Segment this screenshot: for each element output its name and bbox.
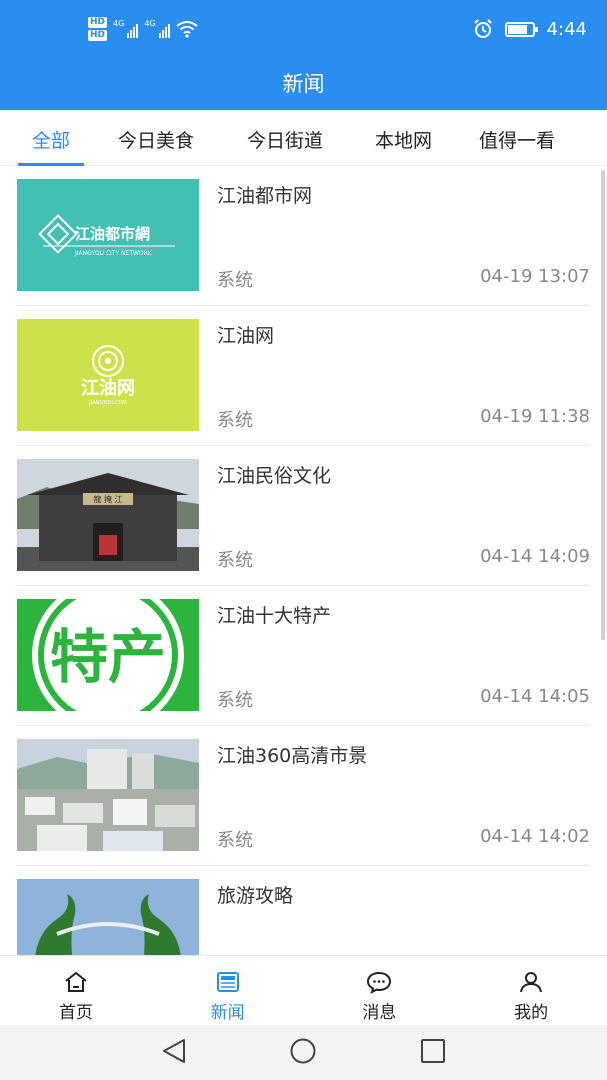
- news-item[interactable]: 旅游攻略: [16, 866, 590, 955]
- status-bar: HD HD 4G 4G 4:44: [0, 0, 607, 56]
- news-title: 江油360高清市景: [217, 745, 368, 767]
- news-source: 系统: [217, 270, 253, 291]
- wifi-icon: [175, 21, 198, 38]
- news-thumbnail: [17, 739, 199, 851]
- news-time: 04-19 13:07: [480, 266, 590, 287]
- news-time: 04-19 11:38: [480, 406, 590, 427]
- news-title: 旅游攻略: [217, 885, 294, 907]
- news-source: 系统: [217, 550, 253, 571]
- signal-icon-1: 4G: [113, 20, 139, 38]
- news-title: 江油都市网: [217, 185, 313, 207]
- alarm-icon: [473, 19, 492, 38]
- news-thumbnail: [17, 879, 199, 955]
- thumb-logo-text: 江油网: [81, 377, 135, 399]
- news-item[interactable]: 江油网 JIANGYOU.COM 江油网 系统 04-19 11:38: [16, 306, 590, 446]
- nav-home[interactable]: 首页: [0, 956, 152, 1025]
- nav-profile-label: 我的: [514, 1003, 549, 1023]
- tab-today-food[interactable]: 今日美食: [118, 110, 194, 166]
- news-thumbnail: 江油网 JIANGYOU.COM: [17, 319, 199, 431]
- clock: 4:44: [546, 18, 587, 40]
- status-left: HD HD 4G 4G: [88, 12, 198, 46]
- person-icon: [520, 972, 543, 993]
- signal-icon-2: 4G: [144, 20, 170, 38]
- news-thumbnail: 特产: [17, 599, 199, 711]
- message-icon: [367, 971, 392, 994]
- news-item[interactable]: 龍 掩 江 江油民俗文化 系统 04-14 14:09: [16, 446, 590, 586]
- tab-all[interactable]: 全部: [17, 110, 85, 166]
- news-source: 系统: [217, 410, 253, 431]
- news-item[interactable]: 江油360高清市景 系统 04-14 14:02: [16, 726, 590, 866]
- nav-news[interactable]: 新闻: [152, 956, 304, 1025]
- battery-icon: [504, 21, 538, 37]
- nav-news-label: 新闻: [210, 1003, 245, 1023]
- thumb-logo-text: 江油都市網: [75, 225, 150, 243]
- nav-messages[interactable]: 消息: [304, 956, 456, 1025]
- news-title: 江油民俗文化: [217, 465, 332, 487]
- thumb-logo-subtext: JIANGYOU.COM: [88, 400, 126, 406]
- news-time: 04-14 14:02: [480, 826, 590, 847]
- tab-local-net[interactable]: 本地网: [375, 110, 432, 166]
- status-right: 4:44: [473, 16, 587, 42]
- thumb-logo-text: 特产: [50, 623, 166, 691]
- system-nav-bar: [0, 1025, 607, 1080]
- news-thumbnail: 龍 掩 江: [17, 459, 199, 571]
- recents-icon[interactable]: [419, 1037, 447, 1065]
- news-source: 系统: [217, 830, 253, 851]
- thumb-logo-subtext: JIANGYOU CITY NETWORK: [74, 250, 153, 257]
- news-time: 04-14 14:05: [480, 686, 590, 707]
- tab-today-street[interactable]: 今日街道: [247, 110, 323, 166]
- app-header: 新闻: [0, 56, 607, 110]
- news-item[interactable]: 江油都市網 JIANGYOU CITY NETWORK 江油都市网 系统 04-…: [16, 166, 590, 306]
- news-thumbnail: 江油都市網 JIANGYOU CITY NETWORK: [17, 179, 199, 291]
- nav-home-label: 首页: [58, 1003, 93, 1023]
- news-time: 04-14 14:09: [480, 546, 590, 567]
- hd-badge-2: HD: [88, 30, 108, 41]
- tab-worth-seeing[interactable]: 值得一看: [479, 110, 555, 166]
- news-title: 江油网: [217, 325, 275, 347]
- bottom-nav: 首页 新闻 消息 我的: [0, 955, 607, 1025]
- news-icon: [216, 972, 239, 992]
- news-title: 江油十大特产: [217, 605, 332, 627]
- scrollbar[interactable]: [601, 170, 605, 640]
- back-icon[interactable]: [160, 1037, 188, 1065]
- news-source: 系统: [217, 690, 253, 711]
- news-list: 江油都市網 JIANGYOU CITY NETWORK 江油都市网 系统 04-…: [0, 166, 607, 955]
- page-title: 新闻: [282, 72, 325, 96]
- hd-badge-1: HD: [88, 17, 108, 28]
- home-icon: [65, 972, 87, 992]
- category-tabs: 全部 今日美食 今日街道 本地网 值得一看: [0, 110, 607, 166]
- news-item[interactable]: 特产 江油十大特产 系统 04-14 14:05: [16, 586, 590, 726]
- home-circle-icon[interactable]: [289, 1037, 317, 1065]
- thumb-sign-text: 龍 掩 江: [93, 494, 122, 504]
- nav-profile[interactable]: 我的: [455, 956, 607, 1025]
- nav-messages-label: 消息: [362, 1003, 397, 1023]
